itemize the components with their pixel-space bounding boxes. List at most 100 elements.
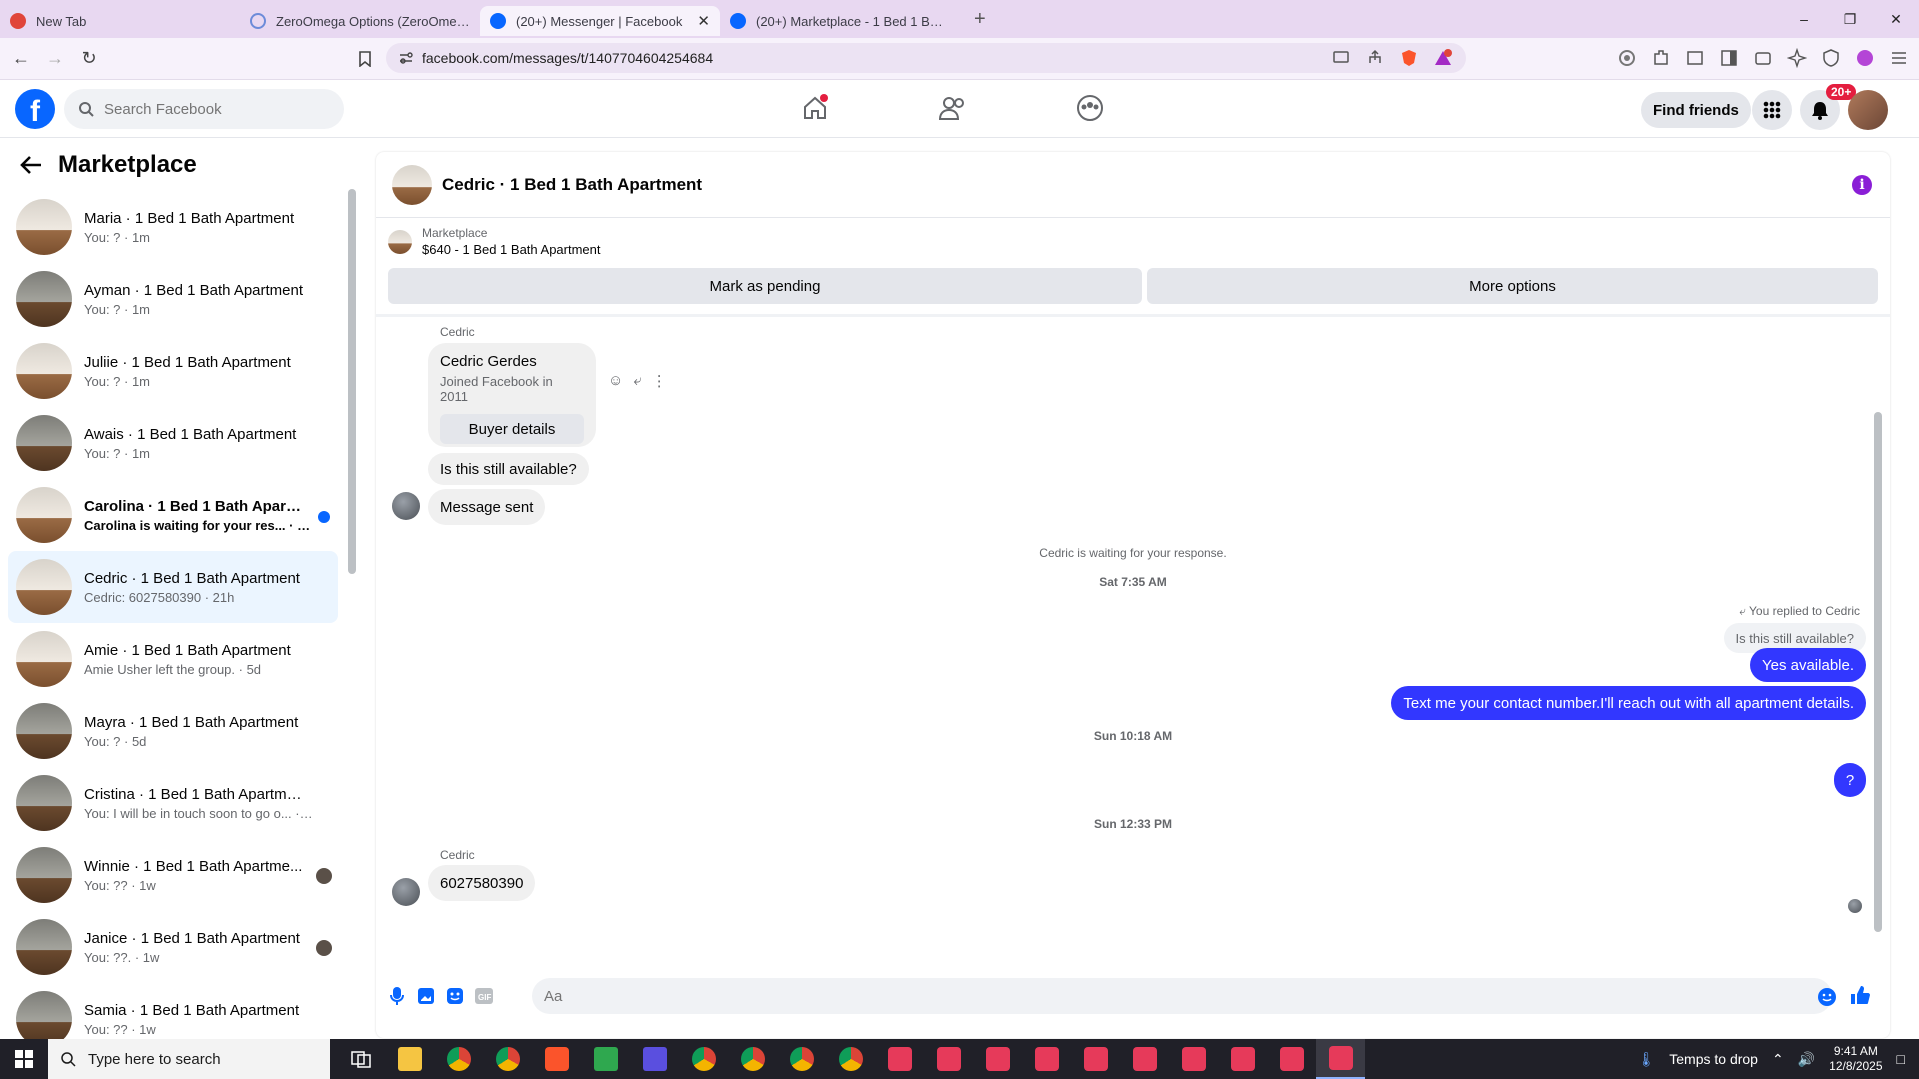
- more-icon[interactable]: ⋮: [652, 372, 667, 390]
- info-icon[interactable]: i: [1852, 175, 1872, 195]
- gif-icon[interactable]: GIF: [473, 985, 495, 1007]
- brave-rewards-icon[interactable]: [1434, 49, 1452, 67]
- conversation-item[interactable]: Maria · 1 Bed 1 Bath Apartment You: ? · 1…: [8, 191, 338, 263]
- sticker-icon[interactable]: [444, 985, 466, 1007]
- vpn-icon[interactable]: [1821, 48, 1841, 68]
- brave-beta-icon[interactable]: [1071, 1039, 1120, 1079]
- brave-icon[interactable]: [532, 1039, 581, 1079]
- chat-avatar[interactable]: [392, 164, 432, 205]
- sidebar-toggle-icon[interactable]: [1719, 48, 1739, 68]
- conversation-item[interactable]: Ayman · 1 Bed 1 Bath Apartment You: ? · 1…: [8, 263, 338, 335]
- brave-beta-icon[interactable]: [1218, 1039, 1267, 1079]
- spreadsheet-icon[interactable]: [581, 1039, 630, 1079]
- conversation-item[interactable]: Cedric · 1 Bed 1 Bath Apartment Cedric: 6…: [8, 551, 338, 623]
- outgoing-message[interactable]: Text me your contact number.I'll reach o…: [1391, 686, 1866, 720]
- conversation-item[interactable]: Awais · 1 Bed 1 Bath Apartment You: ? · 1…: [8, 407, 338, 479]
- tab-zeroomega[interactable]: ZeroOmega Options (ZeroOmega): [240, 6, 480, 36]
- task-view-icon[interactable]: [336, 1039, 385, 1079]
- more-options-button[interactable]: More options: [1147, 268, 1878, 304]
- conversation-item[interactable]: Juliie · 1 Bed 1 Bath Apartment You: ? · …: [8, 335, 338, 407]
- reply-icon[interactable]: ⤶: [633, 372, 641, 390]
- account-avatar[interactable]: [1848, 90, 1888, 130]
- maximize-button[interactable]: ❐: [1827, 0, 1873, 38]
- conversation-item[interactable]: Amie · 1 Bed 1 Bath Apartment Amie Usher …: [8, 623, 338, 695]
- message-input-wrapper[interactable]: [532, 978, 1832, 1014]
- outgoing-message[interactable]: Yes available.: [1749, 648, 1866, 682]
- taskbar-search[interactable]: Type here to search: [48, 1039, 330, 1079]
- facebook-search[interactable]: [64, 89, 344, 129]
- weather-text[interactable]: Temps to drop: [1669, 1051, 1758, 1067]
- volume-icon[interactable]: 🔊: [1798, 1051, 1815, 1068]
- thumbs-up-icon[interactable]: [1849, 984, 1871, 1006]
- new-tab-button[interactable]: +: [974, 8, 986, 31]
- sidebar-scrollbar[interactable]: [348, 189, 356, 574]
- reload-icon[interactable]: ↻: [76, 46, 102, 72]
- forward-icon[interactable]: →: [42, 46, 68, 72]
- puzzle-icon[interactable]: [1651, 48, 1671, 68]
- bookmark-icon[interactable]: [352, 46, 378, 72]
- brave-beta-icon[interactable]: [1120, 1039, 1169, 1079]
- chat-scrollbar[interactable]: [1874, 412, 1882, 932]
- menu-grid-icon[interactable]: [1752, 90, 1792, 130]
- share-icon[interactable]: [1366, 49, 1384, 67]
- contact-avatar[interactable]: [392, 878, 420, 906]
- windows-start-icon[interactable]: [0, 1039, 48, 1079]
- screenshot-icon[interactable]: [1685, 48, 1705, 68]
- mark-as-pending-button[interactable]: Mark as pending: [388, 268, 1142, 304]
- buyer-details-button[interactable]: Buyer details: [440, 414, 584, 444]
- notification-center-icon[interactable]: □: [1897, 1051, 1905, 1067]
- react-emoji-icon[interactable]: ☺: [608, 372, 623, 390]
- listing-banner[interactable]: Marketplace $640 - 1 Bed 1 Bath Apartmen…: [388, 226, 601, 257]
- home-nav-icon[interactable]: [793, 88, 837, 128]
- brave-beta-icon[interactable]: [924, 1039, 973, 1079]
- brave-beta-icon[interactable]: [1169, 1039, 1218, 1079]
- message-bubble[interactable]: 6027580390: [428, 865, 536, 901]
- facebook-logo-icon[interactable]: f: [15, 89, 55, 129]
- brave-shields-icon[interactable]: [1400, 49, 1418, 67]
- friends-nav-icon[interactable]: [931, 88, 975, 128]
- conversation-item[interactable]: Mayra · 1 Bed 1 Bath Apartment You: ? · 5…: [8, 695, 338, 767]
- message-input[interactable]: [544, 987, 1744, 1005]
- address-bar[interactable]: facebook.com/messages/t/1407704604254684: [386, 43, 1466, 73]
- outgoing-message[interactable]: ?: [1834, 763, 1866, 797]
- find-friends-button[interactable]: Find friends: [1641, 92, 1751, 128]
- tab-new-tab[interactable]: New Tab: [0, 6, 240, 36]
- chrome-icon[interactable]: [483, 1039, 532, 1079]
- chrome-icon[interactable]: [777, 1039, 826, 1079]
- search-input[interactable]: [104, 100, 304, 118]
- brave-beta-icon[interactable]: [875, 1039, 924, 1079]
- chrome-icon[interactable]: [679, 1039, 728, 1079]
- menu-icon[interactable]: [1889, 48, 1909, 68]
- chrome-icon[interactable]: [728, 1039, 777, 1079]
- brave-beta-icon[interactable]: [973, 1039, 1022, 1079]
- close-tab-icon[interactable]: ✕: [697, 12, 710, 30]
- brave-beta-icon[interactable]: [1022, 1039, 1071, 1079]
- message-bubble[interactable]: Is this still available?: [428, 453, 589, 485]
- tab-marketplace[interactable]: (20+) Marketplace - 1 Bed 1 Bath Apartme…: [720, 6, 960, 36]
- chrome-icon[interactable]: [826, 1039, 875, 1079]
- record-icon[interactable]: [1617, 48, 1637, 68]
- conversation-item[interactable]: Winnie · 1 Bed 1 Bath Apartme... You: ?? …: [8, 839, 338, 911]
- clock[interactable]: 9:41 AM 12/8/2025: [1829, 1044, 1882, 1074]
- brave-beta-icon[interactable]: [1316, 1039, 1365, 1079]
- conversation-item[interactable]: Carolina · 1 Bed 1 Bath Apartm... Carolin…: [8, 479, 338, 551]
- chat-title[interactable]: Cedric · 1 Bed 1 Bath Apartment: [442, 175, 702, 195]
- back-arrow-icon[interactable]: [20, 155, 42, 175]
- chevron-up-icon[interactable]: ⌃: [1772, 1051, 1784, 1068]
- contact-avatar[interactable]: [392, 492, 420, 520]
- site-info-icon[interactable]: [398, 50, 414, 66]
- microphone-icon[interactable]: [386, 985, 408, 1007]
- brave-beta-icon[interactable]: [1267, 1039, 1316, 1079]
- minimize-button[interactable]: –: [1781, 0, 1827, 38]
- profile-icon[interactable]: [1855, 48, 1875, 68]
- wallet-icon[interactable]: [1753, 48, 1773, 68]
- leo-ai-icon[interactable]: [1786, 47, 1808, 69]
- message-bubble[interactable]: Message sent: [428, 489, 546, 525]
- chrome-icon[interactable]: [434, 1039, 483, 1079]
- conversation-item[interactable]: Cristina · 1 Bed 1 Bath Apartment You: I …: [8, 767, 338, 839]
- photo-icon[interactable]: [415, 985, 437, 1007]
- cast-icon[interactable]: [1332, 49, 1350, 67]
- file-explorer-icon[interactable]: [385, 1039, 434, 1079]
- emoji-icon[interactable]: [1816, 986, 1838, 1008]
- vpn-app-icon[interactable]: [630, 1039, 679, 1079]
